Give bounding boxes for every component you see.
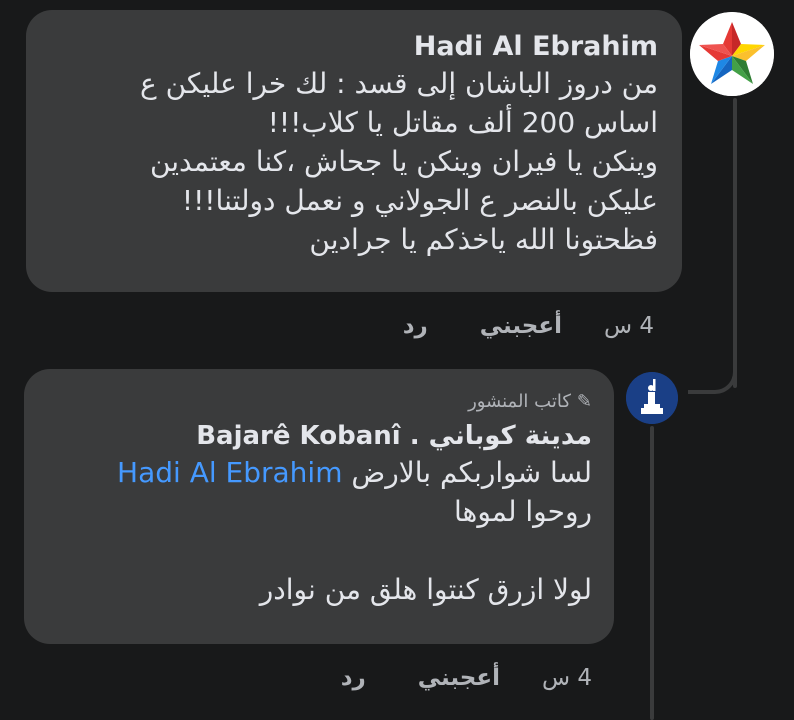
comment-text-line: وينكن يا فيران وينكن يا جحاش ،كنا معتمدي…: [149, 145, 658, 178]
reply-text: لسا شواربكم بالارض: [351, 456, 592, 489]
reply-author-avatar[interactable]: [626, 372, 678, 424]
comment-text-line: عليكن بالنصر ع الجولاني و نعمل دولتنا!!!: [181, 184, 658, 217]
reply-text-line: روحوا لموها: [454, 495, 592, 528]
comment-text-line: فظحتونا الله ياخذكم يا جرادين: [309, 223, 658, 256]
comment-thread: Hadi Al Ebrahim من دروز الباشان إلى قسد …: [0, 0, 794, 720]
like-button[interactable]: أعجبني: [418, 665, 500, 691]
pencil-icon: ✎: [576, 391, 592, 412]
comment-text-line: من دروز الباشان إلى قسد : لك خرا عليكن ع: [139, 67, 658, 100]
reply-thread-line: [650, 426, 654, 720]
thread-connector-curve: [688, 338, 737, 394]
reply-author-name[interactable]: مدينة كوباني . Bajarê Kobanî: [46, 419, 592, 453]
reply-button[interactable]: رد: [341, 665, 366, 691]
comment-text-line: اساس 200 ألف مقاتل يا كلاب!!!: [267, 106, 658, 139]
reply-actions: 4 س أعجبني رد: [341, 665, 592, 691]
reply-bubble: ✎كاتب المنشور مدينة كوباني . Bajarê Koba…: [24, 369, 614, 644]
statue-silhouette-icon: [626, 372, 678, 424]
user-mention-link[interactable]: Hadi Al Ebrahim: [117, 456, 342, 489]
author-badge: ✎كاتب المنشور: [46, 389, 592, 415]
reply-timestamp[interactable]: 4 س: [542, 665, 592, 691]
reply-text-line: لولا ازرق كنتوا هلق من نوادر: [259, 573, 592, 606]
reply-button[interactable]: رد: [403, 313, 428, 339]
comment-bubble: Hadi Al Ebrahim من دروز الباشان إلى قسد …: [26, 10, 682, 292]
comment-author-name[interactable]: Hadi Al Ebrahim: [50, 30, 658, 64]
like-button[interactable]: أعجبني: [480, 313, 562, 339]
commenter-avatar[interactable]: [690, 12, 774, 96]
comment-actions: 4 س أعجبني رد: [403, 313, 654, 339]
reply-text-line: لسا شواربكم بالارض Hadi Al Ebrahim: [46, 453, 592, 492]
comment-timestamp[interactable]: 4 س: [604, 313, 654, 339]
author-badge-label: كاتب المنشور: [468, 391, 571, 412]
multicolor-star-icon: [690, 12, 774, 96]
